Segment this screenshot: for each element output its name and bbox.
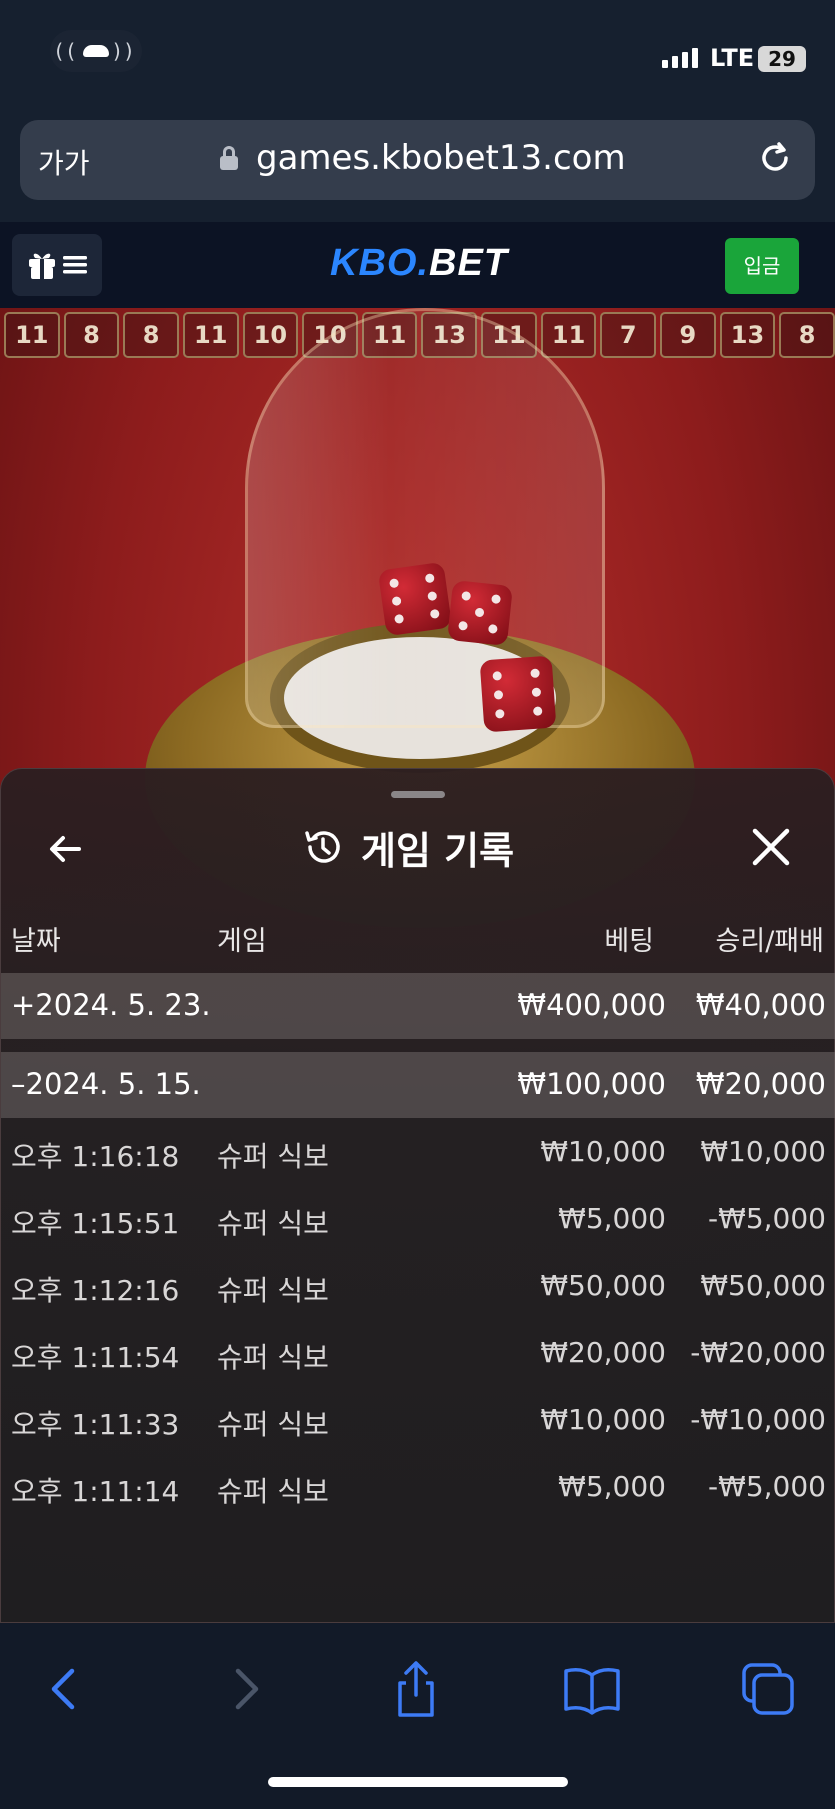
table-row[interactable]: 오후 1:16:18 슈퍼 식보 ₩10,000 ₩10,000 xyxy=(1,1119,835,1186)
gift-icon xyxy=(29,253,55,279)
row-result: -₩5,000 xyxy=(708,1470,826,1503)
lock-icon xyxy=(220,146,238,170)
share-icon[interactable] xyxy=(386,1659,446,1719)
row-game: 슈퍼 식보 xyxy=(217,1341,329,1374)
table-row[interactable]: 오후 1:12:16 슈퍼 식보 ₩50,000 ₩50,000 xyxy=(1,1253,835,1320)
row-result: -₩10,000 xyxy=(690,1403,826,1436)
die xyxy=(377,561,453,637)
history-icon xyxy=(305,831,340,863)
column-header-game: 게임 xyxy=(217,926,267,957)
dice-history-cell: 9 xyxy=(660,312,716,358)
row-result: ₩10,000 xyxy=(700,1135,826,1168)
call-waves-right: )) xyxy=(113,39,137,63)
row-time: 오후 1:11:54 xyxy=(11,1341,180,1374)
date-summary-row[interactable]: +2024. 5. 23. ₩400,000 ₩40,000 xyxy=(1,973,835,1039)
url-text[interactable]: games.kbobet13.com xyxy=(256,138,626,178)
row-game: 슈퍼 식보 xyxy=(217,1207,329,1240)
row-bet: ₩20,000 xyxy=(540,1336,666,1369)
status-bar: (( )) LTE 29 xyxy=(0,0,835,110)
row-bet: ₩10,000 xyxy=(540,1135,666,1168)
site-header: KBO.BET 입금 xyxy=(0,222,835,308)
die xyxy=(479,655,557,733)
row-time: 오후 1:16:18 xyxy=(11,1140,180,1173)
phone-icon xyxy=(83,45,109,57)
summary-result: ₩20,000 xyxy=(695,1067,826,1101)
row-bet: ₩5,000 xyxy=(558,1202,666,1235)
row-bet: ₩5,000 xyxy=(558,1470,666,1503)
table-row[interactable]: 오후 1:11:33 슈퍼 식보 ₩10,000 -₩10,000 xyxy=(1,1387,835,1454)
dice-history-cell: 10 xyxy=(242,312,299,358)
row-bet: ₩50,000 xyxy=(540,1269,666,1302)
close-icon[interactable] xyxy=(749,825,793,869)
sheet-grabber[interactable] xyxy=(391,791,445,798)
summary-result: ₩40,000 xyxy=(695,988,826,1022)
row-game: 슈퍼 식보 xyxy=(217,1140,329,1173)
sheet-header: 게임 기록 xyxy=(301,819,514,875)
call-waves-left: (( xyxy=(55,39,79,63)
reload-icon[interactable] xyxy=(755,138,795,178)
deposit-button[interactable]: 입금 xyxy=(725,238,799,294)
row-game: 슈퍼 식보 xyxy=(217,1408,329,1441)
row-result: -₩20,000 xyxy=(690,1336,826,1369)
column-header-result: 승리/패배 xyxy=(715,926,824,957)
back-arrow-icon[interactable] xyxy=(41,824,91,874)
summary-date: +2024. 5. 23. xyxy=(11,988,211,1022)
row-time: 오후 1:11:14 xyxy=(11,1475,180,1508)
column-header-date: 날짜 xyxy=(11,926,61,957)
forward-icon[interactable] xyxy=(214,1659,274,1719)
dice-history-cell: 11 xyxy=(182,312,239,358)
text-size-button[interactable]: 가가 xyxy=(38,142,90,182)
network-type: LTE xyxy=(710,44,755,72)
battery-icon: 29 xyxy=(758,46,806,72)
row-game: 슈퍼 식보 xyxy=(217,1274,329,1307)
dice-history-cell: 11 xyxy=(540,312,597,358)
dice-history-cell: 8 xyxy=(779,312,835,358)
table-row[interactable]: 오후 1:15:51 슈퍼 식보 ₩5,000 -₩5,000 xyxy=(1,1186,835,1253)
address-bar[interactable]: 가가 games.kbobet13.com xyxy=(20,120,815,200)
row-game: 슈퍼 식보 xyxy=(217,1475,329,1508)
signal-strength-icon xyxy=(662,48,698,68)
sheet-title: 게임 기록 xyxy=(361,828,515,873)
row-time: 오후 1:11:33 xyxy=(11,1408,180,1441)
dice-history-cell: 11 xyxy=(4,312,60,358)
date-summary-row[interactable]: –2024. 5. 15. ₩100,000 ₩20,000 xyxy=(1,1052,835,1118)
row-time: 오후 1:15:51 xyxy=(11,1207,180,1240)
tabs-icon[interactable] xyxy=(738,1659,798,1719)
summary-date: –2024. 5. 15. xyxy=(11,1067,201,1101)
row-result: -₩5,000 xyxy=(708,1202,826,1235)
row-bet: ₩10,000 xyxy=(540,1403,666,1436)
row-time: 오후 1:12:16 xyxy=(11,1274,180,1307)
dice-history-cell: 7 xyxy=(600,312,657,358)
dice-history-cell: 8 xyxy=(123,312,179,358)
dice-history-cell: 8 xyxy=(63,312,120,358)
summary-bet: ₩100,000 xyxy=(517,1067,666,1101)
call-indicator[interactable]: (( )) xyxy=(50,30,142,72)
summary-bet: ₩400,000 xyxy=(517,988,666,1022)
hamburger-icon xyxy=(63,256,87,274)
die xyxy=(447,580,513,646)
table-row[interactable]: 오후 1:11:54 슈퍼 식보 ₩20,000 -₩20,000 xyxy=(1,1320,835,1387)
site-logo[interactable]: KBO.BET xyxy=(330,242,508,285)
table-row[interactable]: 오후 1:11:14 슈퍼 식보 ₩5,000 -₩5,000 xyxy=(1,1454,835,1521)
game-history-sheet: 게임 기록 날짜 게임 베팅 승리/패배 +2024. 5. 23. ₩400,… xyxy=(0,768,835,1623)
home-indicator[interactable] xyxy=(268,1777,568,1787)
bookmarks-icon[interactable] xyxy=(562,1659,622,1719)
back-icon[interactable] xyxy=(36,1659,96,1719)
row-result: ₩50,000 xyxy=(700,1269,826,1302)
column-header-bet: 베팅 xyxy=(604,926,654,957)
dice-history-cell: 13 xyxy=(719,312,776,358)
menu-button[interactable] xyxy=(12,234,102,296)
